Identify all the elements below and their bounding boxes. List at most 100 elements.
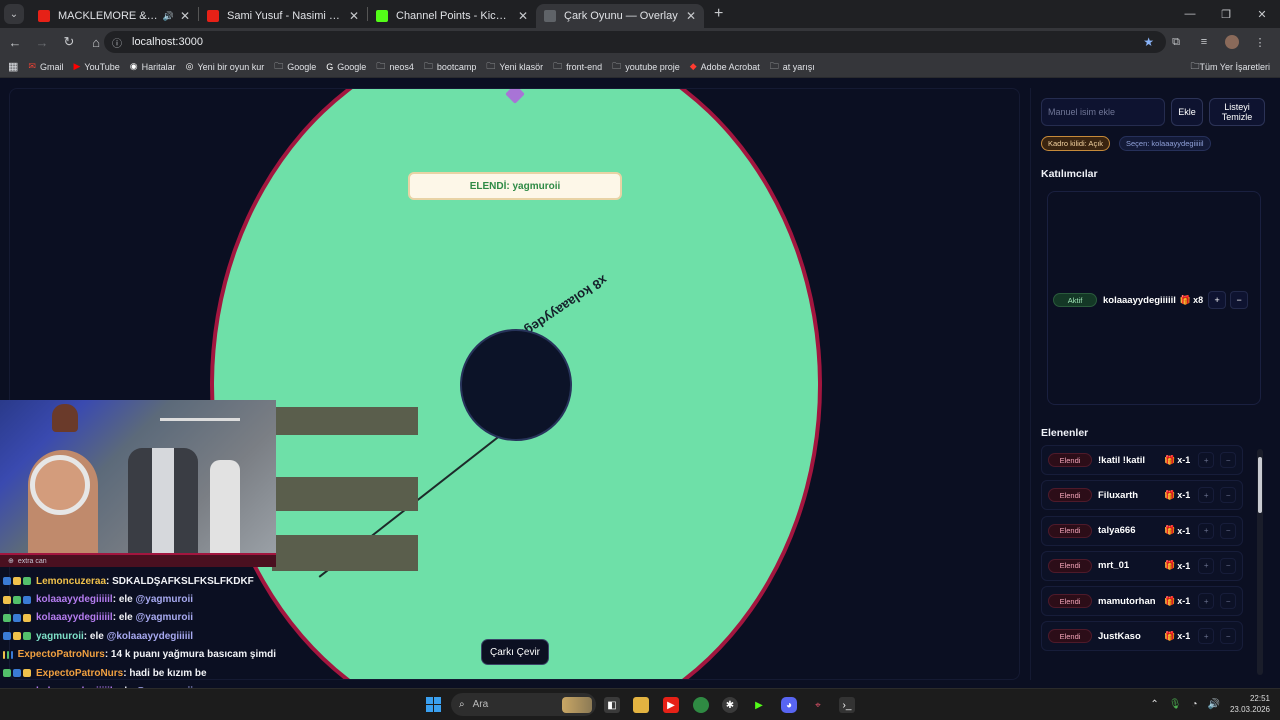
extensions-icon[interactable]: ⧉ [1162, 30, 1190, 54]
increase-button[interactable]: + [1198, 522, 1215, 539]
decrease-button[interactable]: − [1220, 557, 1237, 574]
decrease-button[interactable]: − [1220, 452, 1237, 468]
chat-username: ExpectoPatroNurs [36, 667, 124, 679]
youtube-icon: ▶ [73, 61, 81, 71]
gift-icon: 🎁 [1164, 630, 1176, 641]
overlay-bar [272, 407, 418, 435]
task-view-icon[interactable]: ◧ [604, 697, 620, 713]
browser-tab[interactable]: MACKLEMORE & RYAN LEWIS 🔊 ✕ [30, 4, 198, 28]
back-icon[interactable]: ← [3, 30, 27, 54]
browser-tab[interactable]: Sami Yusuf - Nasimi #worldmusic ✕ [199, 4, 367, 28]
all-bookmarks[interactable]: 🗀 Tüm Yer İşaretleri [1190, 59, 1270, 75]
folder-icon: 🗀 [1190, 60, 1200, 71]
manual-name-input[interactable]: Manuel isim ekle [1041, 98, 1165, 126]
increase-button[interactable]: + [1198, 557, 1215, 574]
youtube-app-icon[interactable]: ▶ [663, 697, 679, 713]
decrease-button[interactable]: − [1220, 593, 1237, 610]
bookmark-label: Adobe Acrobat [700, 61, 760, 72]
bookmark-item[interactable]: 🗀 youtube proje [612, 59, 680, 75]
bookmark-item[interactable]: 🗀 at yarışı [770, 59, 815, 75]
windows-start-icon[interactable] [426, 697, 441, 712]
bookmark-item[interactable]: 🗀 neos4 [376, 59, 414, 75]
maps-pin-icon[interactable]: ⌖ [810, 697, 826, 713]
restore-icon[interactable]: ❐ [1208, 0, 1244, 28]
chat-badge-icon [13, 632, 21, 641]
clock-date: 23.03.2026 [1229, 705, 1270, 714]
decrease-button[interactable]: − [1220, 628, 1237, 645]
bookmark-item[interactable]: ◉ Haritalar [130, 61, 176, 72]
file-explorer-icon[interactable] [633, 697, 649, 713]
clear-list-button[interactable]: Listeyi Temizle [1209, 98, 1265, 126]
bookmark-item[interactable]: 🗀 Google [274, 59, 316, 75]
system-tray: ⌃ 🎙 ◔ 🔊 22:51 23.03.2026 [1150, 693, 1270, 715]
spin-button[interactable]: Çarkı Çevir [481, 639, 549, 665]
increase-button[interactable]: + [1198, 487, 1215, 504]
tab-close-icon[interactable]: ✕ [686, 9, 696, 23]
chat-username: ExpectoPatroNurs [17, 649, 105, 661]
terminal-icon[interactable]: ›_ [839, 697, 855, 713]
picker-chip: Seçen: kolaaayydegiiiiil [1119, 136, 1211, 151]
wifi-icon[interactable]: ◔ [1191, 699, 1197, 710]
discord-icon[interactable]: ◕ [781, 697, 797, 713]
media-controls-icon[interactable]: ≡ [1190, 30, 1218, 54]
bookmark-item[interactable]: G Google [326, 62, 366, 72]
tab-close-icon[interactable]: ✕ [180, 9, 190, 23]
chat-text: : ele [112, 594, 136, 606]
tab-close-icon[interactable]: ✕ [518, 9, 528, 23]
add-button[interactable]: Ekle [1171, 98, 1203, 126]
roster-lock-chip[interactable]: Kadro kilidi: Açık [1041, 136, 1111, 151]
bookmark-item[interactable]: ▶ YouTube [73, 61, 119, 72]
decrease-button[interactable]: − [1230, 291, 1249, 309]
profile-avatar[interactable] [1225, 35, 1239, 49]
reload-icon[interactable]: ↻ [57, 30, 81, 54]
browser-tab[interactable]: Çark Oyunu — Overlay ✕ [536, 4, 704, 28]
increase-button[interactable]: + [1198, 628, 1215, 645]
scrollbar-thumb[interactable] [1258, 457, 1262, 513]
bookmark-item[interactable]: ✉ Gmail [28, 61, 63, 72]
list-item: Elendi Filuxarth 🎁 x-1 + − [1041, 480, 1243, 511]
bookmark-star-icon[interactable]: ★ [1143, 35, 1154, 49]
bookmark-item[interactable]: 🗀 front-end [553, 59, 602, 75]
close-window-icon[interactable]: ✕ [1244, 0, 1280, 28]
tab-close-icon[interactable]: ✕ [349, 9, 359, 23]
decrease-button[interactable]: − [1220, 487, 1237, 504]
eliminated-name: Filuxarth [1098, 489, 1139, 501]
scrollbar[interactable] [1257, 449, 1263, 675]
gift-icon: 🎁 [1179, 294, 1192, 305]
address-bar[interactable]: ⓘ localhost:3000 ★ [104, 31, 1166, 53]
status-badge: Elendi [1048, 558, 1092, 573]
url-text: localhost:3000 [132, 36, 203, 48]
microphone-icon[interactable]: 🎙 [1169, 699, 1182, 710]
multiplier: x-1 [1177, 490, 1191, 501]
tab-search-dropdown-icon[interactable]: ⌄ [4, 4, 24, 24]
minimize-icon[interactable]: — [1172, 0, 1208, 28]
browser-tab[interactable]: Channel Points - Kick Dashboard ✕ [368, 4, 536, 28]
apps-grid-icon[interactable]: ▦ [8, 60, 18, 73]
chevron-up-icon[interactable]: ⌃ [1150, 699, 1158, 710]
new-tab-button[interactable]: + [714, 5, 723, 23]
forward-icon[interactable]: → [30, 30, 54, 54]
volume-icon[interactable]: 🔊 [1208, 699, 1220, 710]
bookmark-label: front-end [566, 61, 603, 72]
chat-badge-icon [23, 577, 31, 586]
chrome-icon[interactable] [693, 697, 709, 713]
bookmark-item[interactable]: ◆ Adobe Acrobat [690, 61, 760, 72]
gift-icon: 🎁 [1164, 454, 1176, 465]
decrease-button[interactable]: − [1220, 522, 1237, 539]
clock[interactable]: 22:51 23.03.2026 [1230, 693, 1270, 715]
tab-favicon-icon [38, 10, 50, 22]
status-badge: Elendi [1048, 523, 1092, 538]
bookmark-item[interactable]: 🗀 bootcamp [424, 59, 477, 75]
tab-audio-icon[interactable]: 🔊 [163, 11, 174, 22]
kick-app-icon[interactable]: ▶ [751, 697, 767, 713]
increase-button[interactable]: + [1198, 452, 1215, 468]
increase-button[interactable]: + [1208, 291, 1227, 309]
increase-button[interactable]: + [1198, 593, 1215, 610]
bookmark-item[interactable]: ◎ Yeni bir oyun kur [186, 61, 265, 72]
browser-menu-icon[interactable]: ⋮ [1246, 30, 1274, 54]
app-icon[interactable]: ✱ [722, 697, 738, 713]
taskbar-search[interactable]: ⌕ Ara [451, 693, 596, 716]
site-info-icon[interactable]: ⓘ [112, 35, 122, 50]
bookmark-item[interactable]: 🗀 Yeni klasör [486, 59, 543, 75]
folder-icon: 🗀 [769, 60, 779, 71]
